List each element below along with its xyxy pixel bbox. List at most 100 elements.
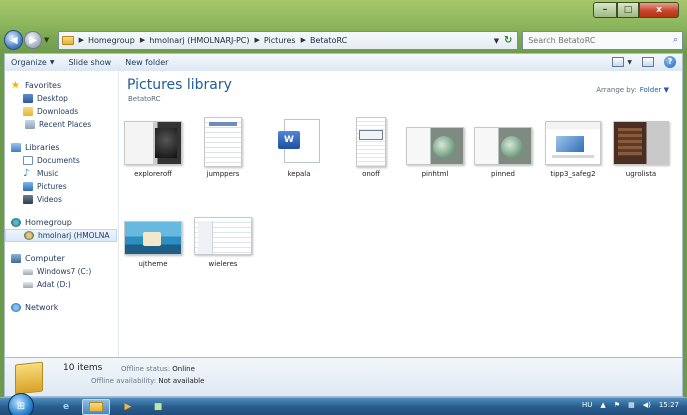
system-tray: HU ▲ ⚑ ▦ ◀) 15:27 bbox=[574, 401, 679, 409]
sidebar-item-network[interactable]: Network bbox=[5, 301, 118, 314]
offline-availability-value: Not available bbox=[158, 377, 205, 385]
volume-icon[interactable]: ◀) bbox=[643, 401, 651, 409]
forward-button[interactable]: ▶ bbox=[24, 31, 42, 49]
file-tile[interactable]: pinned bbox=[473, 117, 533, 178]
breadcrumb-homegroup[interactable]: Homegroup bbox=[88, 36, 135, 45]
back-button[interactable]: ◀ bbox=[4, 30, 24, 50]
file-tile[interactable]: wieleres bbox=[193, 213, 253, 268]
address-dropdown-chevron-down-icon[interactable]: ▼ bbox=[494, 37, 499, 45]
slideshow-button[interactable]: Slide show bbox=[68, 58, 111, 67]
image-thumbnail bbox=[194, 217, 252, 255]
breadcrumb-separator-icon[interactable]: ▶ bbox=[79, 36, 84, 44]
organize-button[interactable]: Organize ▼ bbox=[11, 58, 54, 67]
file-tile[interactable]: exploreroff bbox=[123, 117, 183, 178]
sidebar-item-drive-c[interactable]: Windows7 (C:) bbox=[5, 265, 118, 278]
item-count: 10 items bbox=[63, 363, 103, 373]
maximize-button[interactable]: □ bbox=[617, 2, 639, 18]
clock[interactable]: 15:27 bbox=[659, 401, 679, 409]
image-thumbnail bbox=[613, 121, 669, 165]
image-thumbnail bbox=[406, 127, 464, 165]
address-bar[interactable]: ▶ Homegroup ▶ hmolnarj (HMOLNARJ-PC) ▶ P… bbox=[57, 30, 519, 50]
sidebar-item-homegroup[interactable]: Homegroup bbox=[5, 216, 118, 229]
sidebar-item-computer[interactable]: Computer bbox=[5, 252, 118, 265]
taskbar-media-player-button[interactable]: ▶ bbox=[114, 399, 142, 415]
file-name: ugrolista bbox=[625, 170, 657, 178]
recent-pages-chevron-down-icon[interactable]: ▼ bbox=[44, 36, 54, 44]
change-view-icon[interactable] bbox=[612, 57, 625, 67]
sidebar-item-pictures[interactable]: Pictures bbox=[5, 180, 118, 193]
language-indicator[interactable]: HU bbox=[582, 401, 592, 409]
arrange-by-dropdown[interactable]: Folder ▼ bbox=[640, 86, 669, 94]
sidebar-item-label: Documents bbox=[37, 156, 80, 165]
sidebar-item-hmolnarj[interactable]: hmolnarj (HMOLNA bbox=[5, 229, 117, 242]
sidebar-item-libraries[interactable]: Libraries bbox=[5, 141, 118, 154]
breadcrumb-current-folder[interactable]: BetatoRC bbox=[310, 36, 347, 45]
downloads-folder-icon bbox=[23, 107, 33, 116]
sidebar-item-documents[interactable]: Documents bbox=[5, 154, 118, 167]
show-hidden-icons-icon[interactable]: ▲ bbox=[600, 401, 605, 409]
search-icon[interactable]: ⌕ bbox=[673, 35, 678, 45]
library-subtitle: BetatoRC bbox=[128, 95, 161, 103]
sidebar-item-recent-places[interactable]: Recent Places bbox=[5, 118, 118, 131]
breadcrumb: ▶ Homegroup ▶ hmolnarj (HMOLNARJ-PC) ▶ P… bbox=[74, 36, 348, 45]
file-tile[interactable]: W kepala bbox=[269, 117, 329, 178]
details-pane: 10 items Offline status: Online Offline … bbox=[4, 357, 683, 397]
sidebar-item-drive-d[interactable]: Adat (D:) bbox=[5, 278, 118, 291]
sidebar-item-label: Recent Places bbox=[39, 120, 92, 129]
command-bar: Organize ▼ Slide show New folder ▼ ? bbox=[4, 53, 683, 71]
view-controls: ▼ ? bbox=[602, 56, 676, 68]
folder-icon bbox=[61, 35, 74, 45]
breadcrumb-computer[interactable]: hmolnarj (HMOLNARJ-PC) bbox=[149, 36, 249, 45]
sidebar-item-videos[interactable]: Videos bbox=[5, 193, 118, 206]
search-input[interactable] bbox=[528, 35, 669, 45]
drive-icon bbox=[23, 268, 33, 275]
refresh-icon[interactable]: ↻ bbox=[501, 34, 515, 48]
close-button[interactable]: x bbox=[639, 2, 679, 18]
new-folder-button[interactable]: New folder bbox=[125, 58, 168, 67]
file-name: wieleres bbox=[208, 260, 238, 268]
computer-icon bbox=[11, 254, 21, 263]
file-tile[interactable]: ugrolista bbox=[611, 117, 671, 178]
sidebar-item-label: Network bbox=[25, 303, 59, 312]
network-tray-icon[interactable]: ▦ bbox=[628, 401, 635, 409]
file-view[interactable]: Pictures library BetatoRC Arrange by: Fol… bbox=[123, 71, 683, 357]
start-button[interactable]: ⊞ bbox=[8, 393, 34, 415]
taskbar-paint-button[interactable]: ■ bbox=[144, 399, 172, 415]
music-icon: ♪ bbox=[23, 168, 30, 179]
file-name: kepala bbox=[287, 170, 311, 178]
preview-pane-icon[interactable] bbox=[642, 57, 654, 67]
file-tile[interactable]: tipp3_safeg2 bbox=[543, 117, 603, 178]
flag-icon[interactable]: ⚑ bbox=[614, 401, 620, 409]
view-chevron-down-icon[interactable]: ▼ bbox=[627, 59, 632, 66]
taskbar-explorer-button[interactable] bbox=[82, 399, 110, 415]
breadcrumb-pictures[interactable]: Pictures bbox=[264, 36, 296, 45]
sidebar-item-downloads[interactable]: Downloads bbox=[5, 105, 118, 118]
sidebar-item-desktop[interactable]: Desktop bbox=[5, 92, 118, 105]
sidebar-item-label: Adat (D:) bbox=[37, 280, 71, 289]
star-icon: ★ bbox=[11, 80, 20, 91]
title-bar[interactable]: – □ x bbox=[0, 0, 687, 30]
file-tile[interactable]: onoff bbox=[341, 117, 401, 178]
page-title: Pictures library bbox=[127, 77, 232, 93]
homegroup-group: Homegroup hmolnarj (HMOLNA bbox=[5, 216, 118, 242]
breadcrumb-separator-icon[interactable]: ▶ bbox=[140, 36, 145, 44]
offline-availability: Offline availability: Not available bbox=[91, 377, 204, 385]
file-tile[interactable]: jumppers bbox=[193, 117, 253, 178]
breadcrumb-separator-icon[interactable]: ▶ bbox=[255, 36, 260, 44]
sidebar-item-label: Music bbox=[37, 169, 59, 178]
sidebar-item-music[interactable]: ♪ Music bbox=[5, 167, 118, 180]
word-badge-icon: W bbox=[278, 131, 300, 149]
documents-icon bbox=[23, 156, 33, 165]
sidebar-item-favorites[interactable]: ★ Favorites bbox=[5, 79, 118, 92]
sidebar-item-label: Computer bbox=[25, 254, 65, 263]
recent-places-icon bbox=[25, 120, 35, 129]
help-icon[interactable]: ? bbox=[664, 56, 676, 68]
file-name: pinhtml bbox=[421, 170, 449, 178]
file-tile[interactable]: ujtheme bbox=[123, 213, 183, 268]
breadcrumb-separator-icon[interactable]: ▶ bbox=[301, 36, 306, 44]
taskbar-ie-button[interactable]: e bbox=[52, 399, 80, 415]
minimize-button[interactable]: – bbox=[593, 2, 617, 18]
file-tile[interactable]: pinhtml bbox=[405, 117, 465, 178]
explorer-window: – □ x ◀ ▶ ▼ ▶ Homegroup ▶ hmolnarj (HMOL… bbox=[0, 0, 687, 397]
navigation-pane[interactable]: ★ Favorites Desktop Downloads Recent Plac… bbox=[5, 71, 119, 357]
